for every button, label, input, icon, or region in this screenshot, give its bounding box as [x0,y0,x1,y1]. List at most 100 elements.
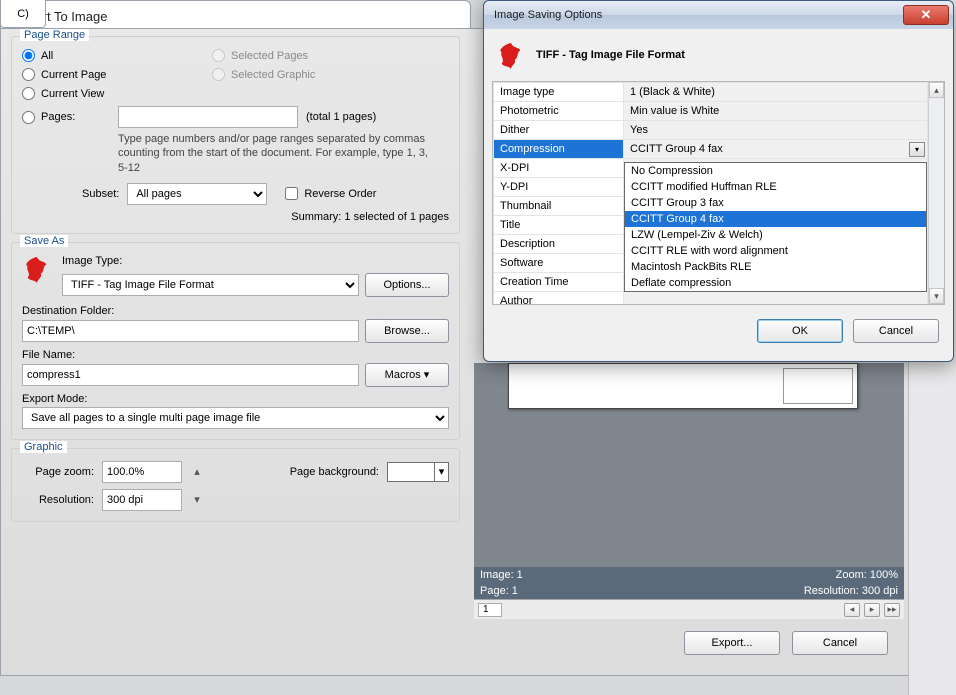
pager-next-button[interactable]: ▸ [864,603,880,617]
browse-button[interactable]: Browse... [365,319,449,343]
subset-select[interactable]: All pages [127,183,267,205]
compression-dropdown[interactable]: No CompressionCCITT modified Huffman RLE… [624,162,927,292]
preview-titleblock [783,368,853,404]
page-range-summary: Summary: 1 selected of 1 pages [22,211,449,223]
options-button[interactable]: Options... [365,273,449,297]
chevron-down-icon: ▾ [424,369,430,381]
macros-button-label: Macros [385,369,421,381]
status-page: Page: 1 [480,585,518,597]
property-row[interactable]: DitherYes [494,121,928,140]
preview-pane: Image: 1 Zoom: 100% Page: 1 Resolution: … [474,363,904,643]
property-key: Title [494,216,624,235]
property-key: Y-DPI [494,178,624,197]
property-value[interactable] [624,292,928,305]
radio-current-view-label: Current View [41,88,104,100]
chevron-down-icon: ▾ [434,463,448,481]
properties-table: Image type1 (Black & White)PhotometricMi… [492,81,945,305]
radio-selected-graphic-label: Selected Graphic [231,69,315,81]
format-icon [22,255,52,283]
page-zoom-label: Page zoom: [22,466,94,478]
page-number-input[interactable] [478,603,502,617]
property-key: Compression [494,140,624,159]
status-image: Image: 1 [480,569,523,581]
property-row[interactable]: Author [494,292,928,305]
dropdown-item[interactable]: CCITT Group 4 fax [625,211,926,227]
radio-current-page[interactable]: Current Page [22,68,182,81]
property-key: Author [494,292,624,305]
export-mode-label: Export Mode: [22,393,87,405]
file-name-input[interactable] [22,364,359,386]
property-value[interactable]: CCITT Group 4 fax▾ [624,140,928,159]
subset-label: Subset: [82,188,119,200]
pager: ◂ ▸ ▸▸ [474,599,904,619]
radio-current-page-label: Current Page [41,69,106,81]
radio-selected-pages: Selected Pages [212,49,315,62]
scrollbar[interactable]: ▴ ▾ [928,82,944,304]
radio-all[interactable]: All [22,49,182,62]
export-button[interactable]: Export... [684,631,780,655]
format-title: TIFF - Tag Image File Format [536,49,685,61]
main-tab-label: C) [17,8,29,20]
pager-last-button[interactable]: ▸▸ [884,603,900,617]
property-key: Software [494,254,624,273]
dropdown-item[interactable]: CCITT modified Huffman RLE [625,179,926,195]
reverse-order-check[interactable]: Reverse Order [285,187,376,200]
property-key: Thumbnail [494,197,624,216]
options-title: Image Saving Options [494,9,903,21]
pages-input[interactable] [118,106,298,128]
resolution-dropdown-icon[interactable]: ▾ [190,493,204,506]
dropdown-item[interactable]: LZW (Lempel-Ziv & Welch) [625,227,926,243]
dest-folder-input[interactable] [22,320,359,342]
page-range-group: Page Range All Current Page Current View… [11,36,460,234]
graphic-legend: Graphic [20,441,67,453]
property-key: Photometric [494,102,624,121]
property-row[interactable]: Image type1 (Black & White) [494,83,928,102]
macros-button[interactable]: Macros ▾ [365,363,449,387]
image-type-select[interactable]: TIFF - Tag Image File Format [62,274,359,296]
property-key: Dither [494,121,624,140]
dropdown-item[interactable]: Deflate compression [625,275,926,291]
export-cancel-button[interactable]: Cancel [792,631,888,655]
ok-button[interactable]: OK [757,319,843,343]
dropdown-item[interactable]: CCITT Group 3 fax [625,195,926,211]
export-mode-select[interactable]: Save all pages to a single multi page im… [22,407,449,429]
dropdown-item[interactable]: Macintosh PackBits RLE [625,259,926,275]
options-titlebar[interactable]: Image Saving Options ✕ [484,1,953,29]
close-button[interactable]: ✕ [903,5,949,25]
pager-prev-button[interactable]: ◂ [844,603,860,617]
scroll-down-icon[interactable]: ▾ [929,288,944,304]
property-key: Image type [494,83,624,102]
dest-folder-label: Destination Folder: [22,305,114,317]
save-as-legend: Save As [20,235,68,247]
page-bg-swatch[interactable]: ▾ [387,462,449,482]
radio-current-view[interactable]: Current View [22,87,182,100]
radio-pages[interactable]: Pages: [22,111,75,124]
property-row[interactable]: PhotometricMin value is White [494,102,928,121]
options-cancel-button[interactable]: Cancel [853,319,939,343]
property-value[interactable]: 1 (Black & White) [624,83,928,102]
page-zoom-input[interactable] [102,461,182,483]
status-zoom: Zoom: 100% [836,569,898,581]
property-value[interactable]: Yes [624,121,928,140]
radio-pages-label: Pages: [41,111,75,123]
property-key: X-DPI [494,159,624,178]
dropdown-item[interactable]: No Compression [625,163,926,179]
main-tab[interactable]: C) [0,0,46,28]
status-resolution: Resolution: 300 dpi [804,585,898,597]
radio-selected-pages-label: Selected Pages [231,50,308,62]
dropdown-arrow-icon[interactable]: ▾ [909,142,925,157]
status-bar-2: Page: 1 Resolution: 300 dpi [474,583,904,599]
scroll-up-icon[interactable]: ▴ [929,82,944,98]
page-range-legend: Page Range [20,29,89,41]
format-icon [496,41,526,69]
reverse-order-label: Reverse Order [304,188,376,200]
property-row[interactable]: CompressionCCITT Group 4 fax▾ [494,140,928,159]
property-key: Creation Time [494,273,624,292]
property-value[interactable]: Min value is White [624,102,928,121]
resolution-input[interactable] [102,489,182,511]
page-range-help: Type page numbers and/or page ranges sep… [118,128,428,183]
total-pages-label: (total 1 pages) [306,111,376,123]
dropdown-item[interactable]: CCITT RLE with word alignment [625,243,926,259]
radio-selected-graphic: Selected Graphic [212,68,315,81]
zoom-spinner[interactable]: ▴ [190,465,204,478]
